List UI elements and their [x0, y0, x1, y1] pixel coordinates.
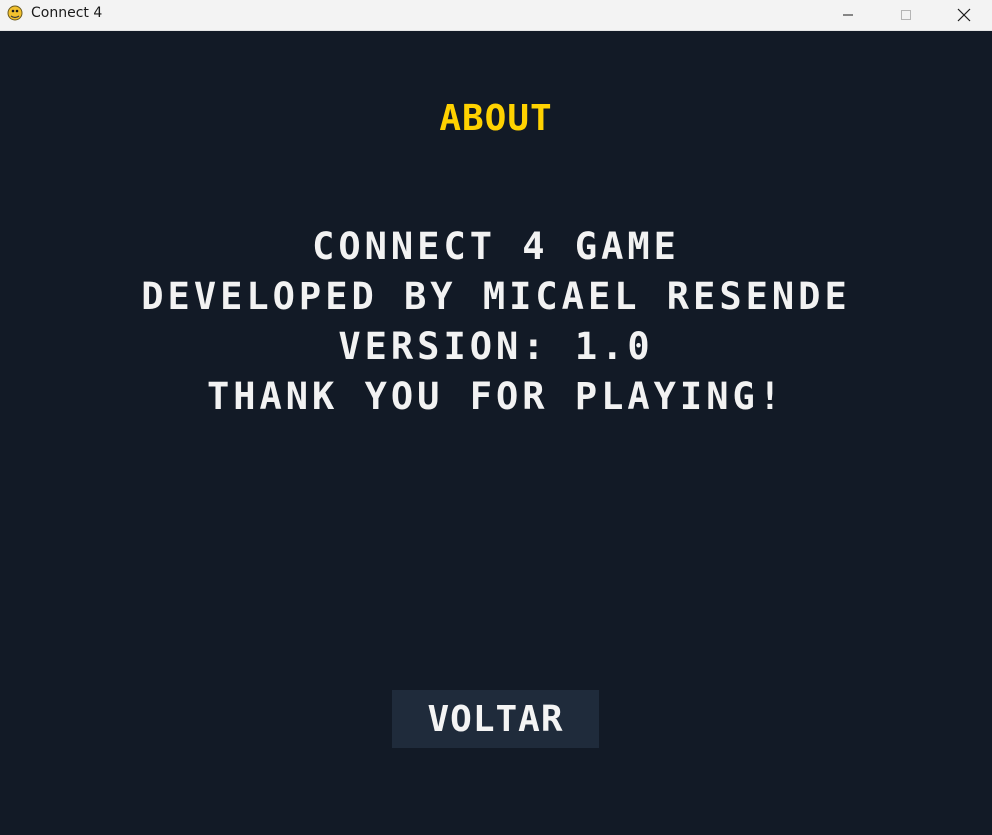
- close-icon: [957, 8, 971, 22]
- window-title: Connect 4: [31, 5, 103, 21]
- about-line-title: CONNECT 4 GAME: [312, 225, 680, 268]
- about-line-thanks: THANK YOU FOR PLAYING!: [206, 375, 786, 418]
- minimize-icon: [843, 14, 853, 16]
- minimize-button[interactable]: [819, 0, 877, 30]
- about-text: CONNECT 4 GAME DEVELOPED BY MICAEL RESEN…: [0, 222, 992, 422]
- about-line-version: VERSION: 1.0: [338, 325, 654, 368]
- maximize-button[interactable]: [877, 0, 935, 30]
- title-bar[interactable]: Connect 4: [0, 0, 992, 31]
- back-button[interactable]: VOLTAR: [392, 690, 599, 748]
- pygame-snake-icon: [7, 5, 23, 21]
- game-window: Connect 4 ABOUT CONNECT 4 GAME DEVELOPED…: [0, 0, 992, 835]
- close-button[interactable]: [935, 0, 992, 30]
- maximize-icon: [901, 10, 911, 20]
- about-line-developer: DEVELOPED BY MICAEL RESENDE: [141, 275, 851, 318]
- about-heading: ABOUT: [439, 98, 553, 139]
